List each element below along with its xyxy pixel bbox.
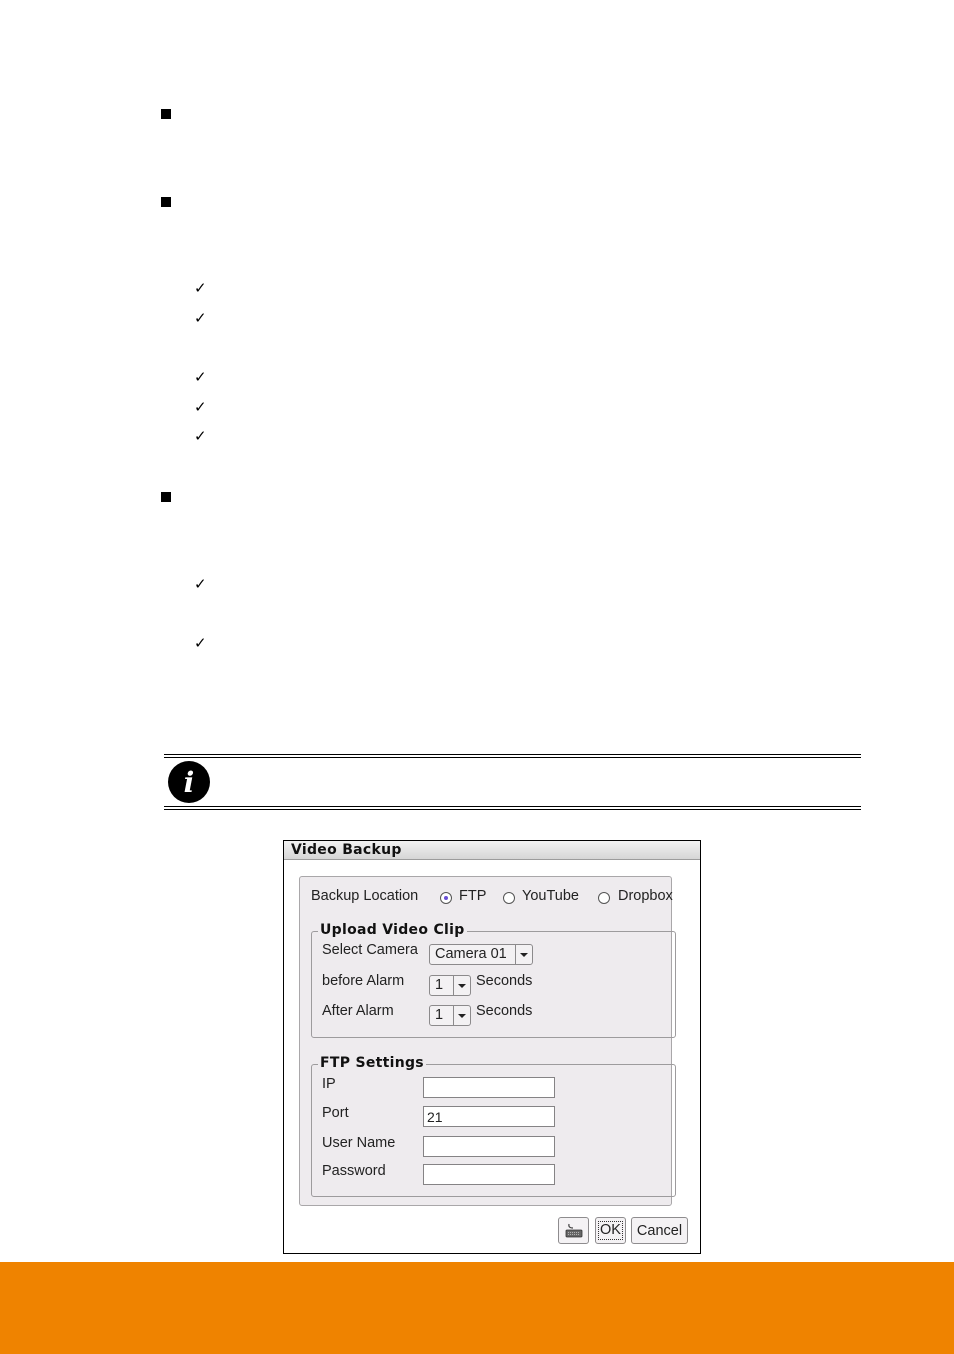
checkmark-icon: ✓ [194,634,207,652]
keyboard-icon [565,1223,582,1237]
checkmark-icon: ✓ [194,309,207,327]
ftp-settings-group: FTP Settings IP Port User Name Password [311,1055,676,1197]
before-alarm-value: 1 [435,977,444,993]
upload-video-clip-title: Upload Video Clip [318,922,467,938]
ok-button[interactable]: OK [595,1217,626,1244]
info-icon: i [168,761,210,803]
radio-dropbox[interactable] [598,892,610,904]
after-alarm-value: 1 [435,1007,444,1023]
note-divider-top [164,754,861,755]
user-name-input[interactable] [423,1136,555,1157]
ftp-settings-title: FTP Settings [318,1055,426,1071]
password-input[interactable] [423,1164,555,1185]
checkmark-icon: ✓ [194,398,207,416]
checkmark-icon: ✓ [194,368,207,386]
ip-input[interactable] [423,1077,555,1098]
before-alarm-unit: Seconds [476,973,533,989]
keyboard-button[interactable] [558,1217,589,1244]
dialog-title: Video Backup [284,841,700,860]
port-label: Port [322,1105,349,1121]
before-alarm-label: before Alarm [322,973,405,989]
radio-dropbox-label[interactable]: Dropbox [618,888,673,904]
user-name-label: User Name [322,1135,396,1151]
backup-location-label: Backup Location [311,888,419,904]
bullet-marker [161,197,171,207]
video-backup-dialog: Video Backup Backup Location FTP YouTube… [283,840,701,1254]
before-alarm-dropdown[interactable]: 1 [429,975,471,996]
select-camera-value: Camera 01 [435,946,507,962]
radio-ftp[interactable] [440,892,452,904]
checkmark-icon: ✓ [194,427,207,445]
page-footer-band [0,1262,954,1354]
upload-video-clip-group: Upload Video Clip Select Camera Camera 0… [311,922,676,1038]
after-alarm-dropdown[interactable]: 1 [429,1005,471,1026]
ip-label: IP [322,1076,336,1092]
radio-youtube[interactable] [503,892,515,904]
chevron-down-icon[interactable] [453,1006,470,1025]
after-alarm-unit: Seconds [476,1003,533,1019]
cancel-button[interactable]: Cancel [631,1217,688,1244]
radio-youtube-label[interactable]: YouTube [522,888,579,904]
note-divider-bottom [164,809,861,810]
radio-ftp-label[interactable]: FTP [459,888,486,904]
select-camera-dropdown[interactable]: Camera 01 [429,944,533,965]
note-divider-bottom [164,806,861,807]
password-label: Password [322,1163,386,1179]
bullet-marker [161,492,171,502]
chevron-down-icon[interactable] [515,945,532,964]
select-camera-label: Select Camera [322,942,418,958]
ok-button-label: OK [598,1221,623,1240]
bullet-marker [161,109,171,119]
after-alarm-label: After Alarm [322,1003,394,1019]
checkmark-icon: ✓ [194,279,207,297]
port-input[interactable] [423,1106,555,1127]
checkmark-icon: ✓ [194,575,207,593]
dialog-panel: Backup Location FTP YouTube Dropbox Uplo… [299,876,676,1206]
chevron-down-icon[interactable] [453,976,470,995]
note-divider-top [164,757,861,758]
